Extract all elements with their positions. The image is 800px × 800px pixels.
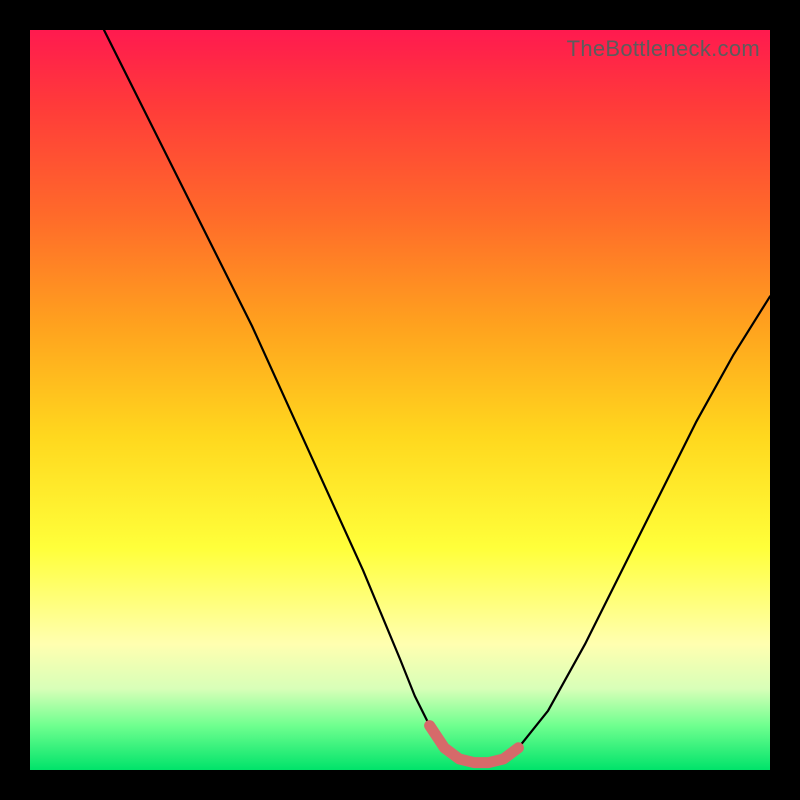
bottleneck-curve [104, 30, 770, 763]
sweet-spot-highlight [430, 726, 519, 763]
plot-area: TheBottleneck.com [30, 30, 770, 770]
chart-stage: TheBottleneck.com [0, 0, 800, 800]
curve-layer [30, 30, 770, 770]
